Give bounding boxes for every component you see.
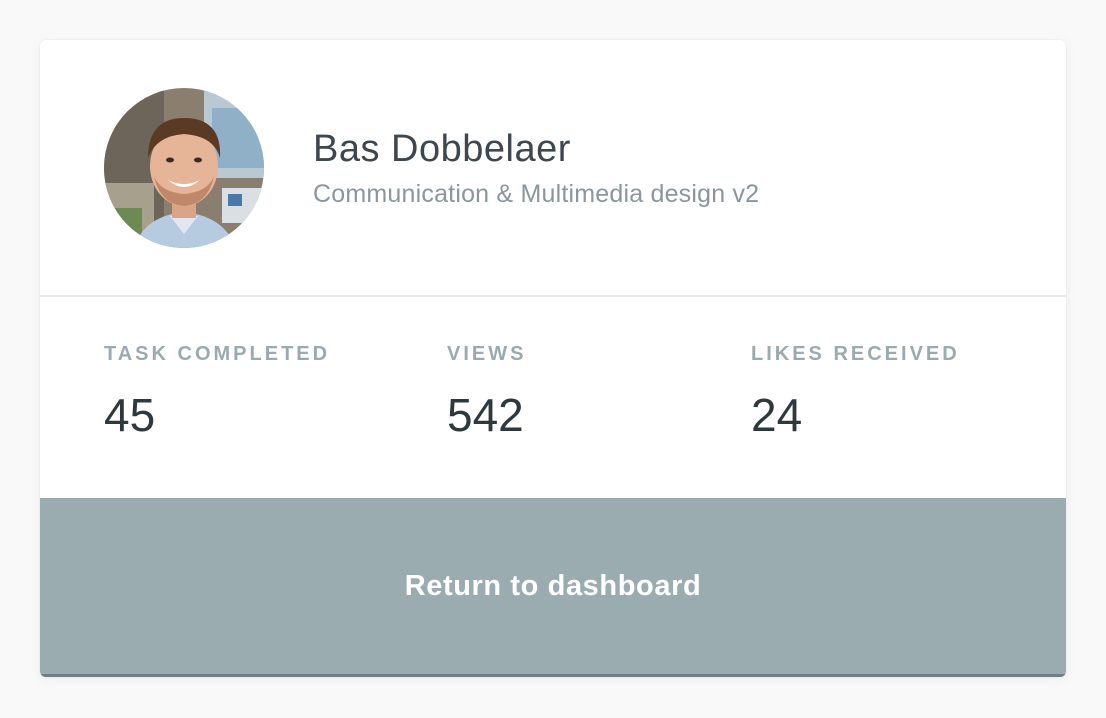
stat-value: 24 [751, 389, 803, 441]
profile-subtitle: Communication & Multimedia design v2 [313, 180, 760, 208]
stat-views: VIEWS 542 [447, 343, 526, 442]
stats-section: TASK COMPLETED 45 VIEWS 542 LIKES RECEIV… [40, 299, 1066, 498]
return-to-dashboard-button[interactable]: Return to dashboard [40, 498, 1066, 677]
return-to-dashboard-label: Return to dashboard [404, 569, 702, 602]
profile-header: Bas Dobbelaer Communication & Multimedia… [40, 40, 1066, 297]
profile-card: Bas Dobbelaer Communication & Multimedia… [40, 40, 1066, 677]
stat-likes-received: LIKES RECEIVED 24 [751, 343, 960, 442]
profile-name: Bas Dobbelaer [313, 128, 571, 170]
stat-value: 45 [104, 389, 156, 441]
avatar [104, 88, 264, 248]
stat-value: 542 [447, 389, 524, 441]
stat-label: VIEWS [447, 343, 527, 365]
avatar-photo [104, 88, 264, 248]
stat-label: TASK COMPLETED [104, 343, 331, 365]
stat-tasks-completed: TASK COMPLETED 45 [104, 343, 330, 442]
stat-label: LIKES RECEIVED [751, 343, 960, 365]
